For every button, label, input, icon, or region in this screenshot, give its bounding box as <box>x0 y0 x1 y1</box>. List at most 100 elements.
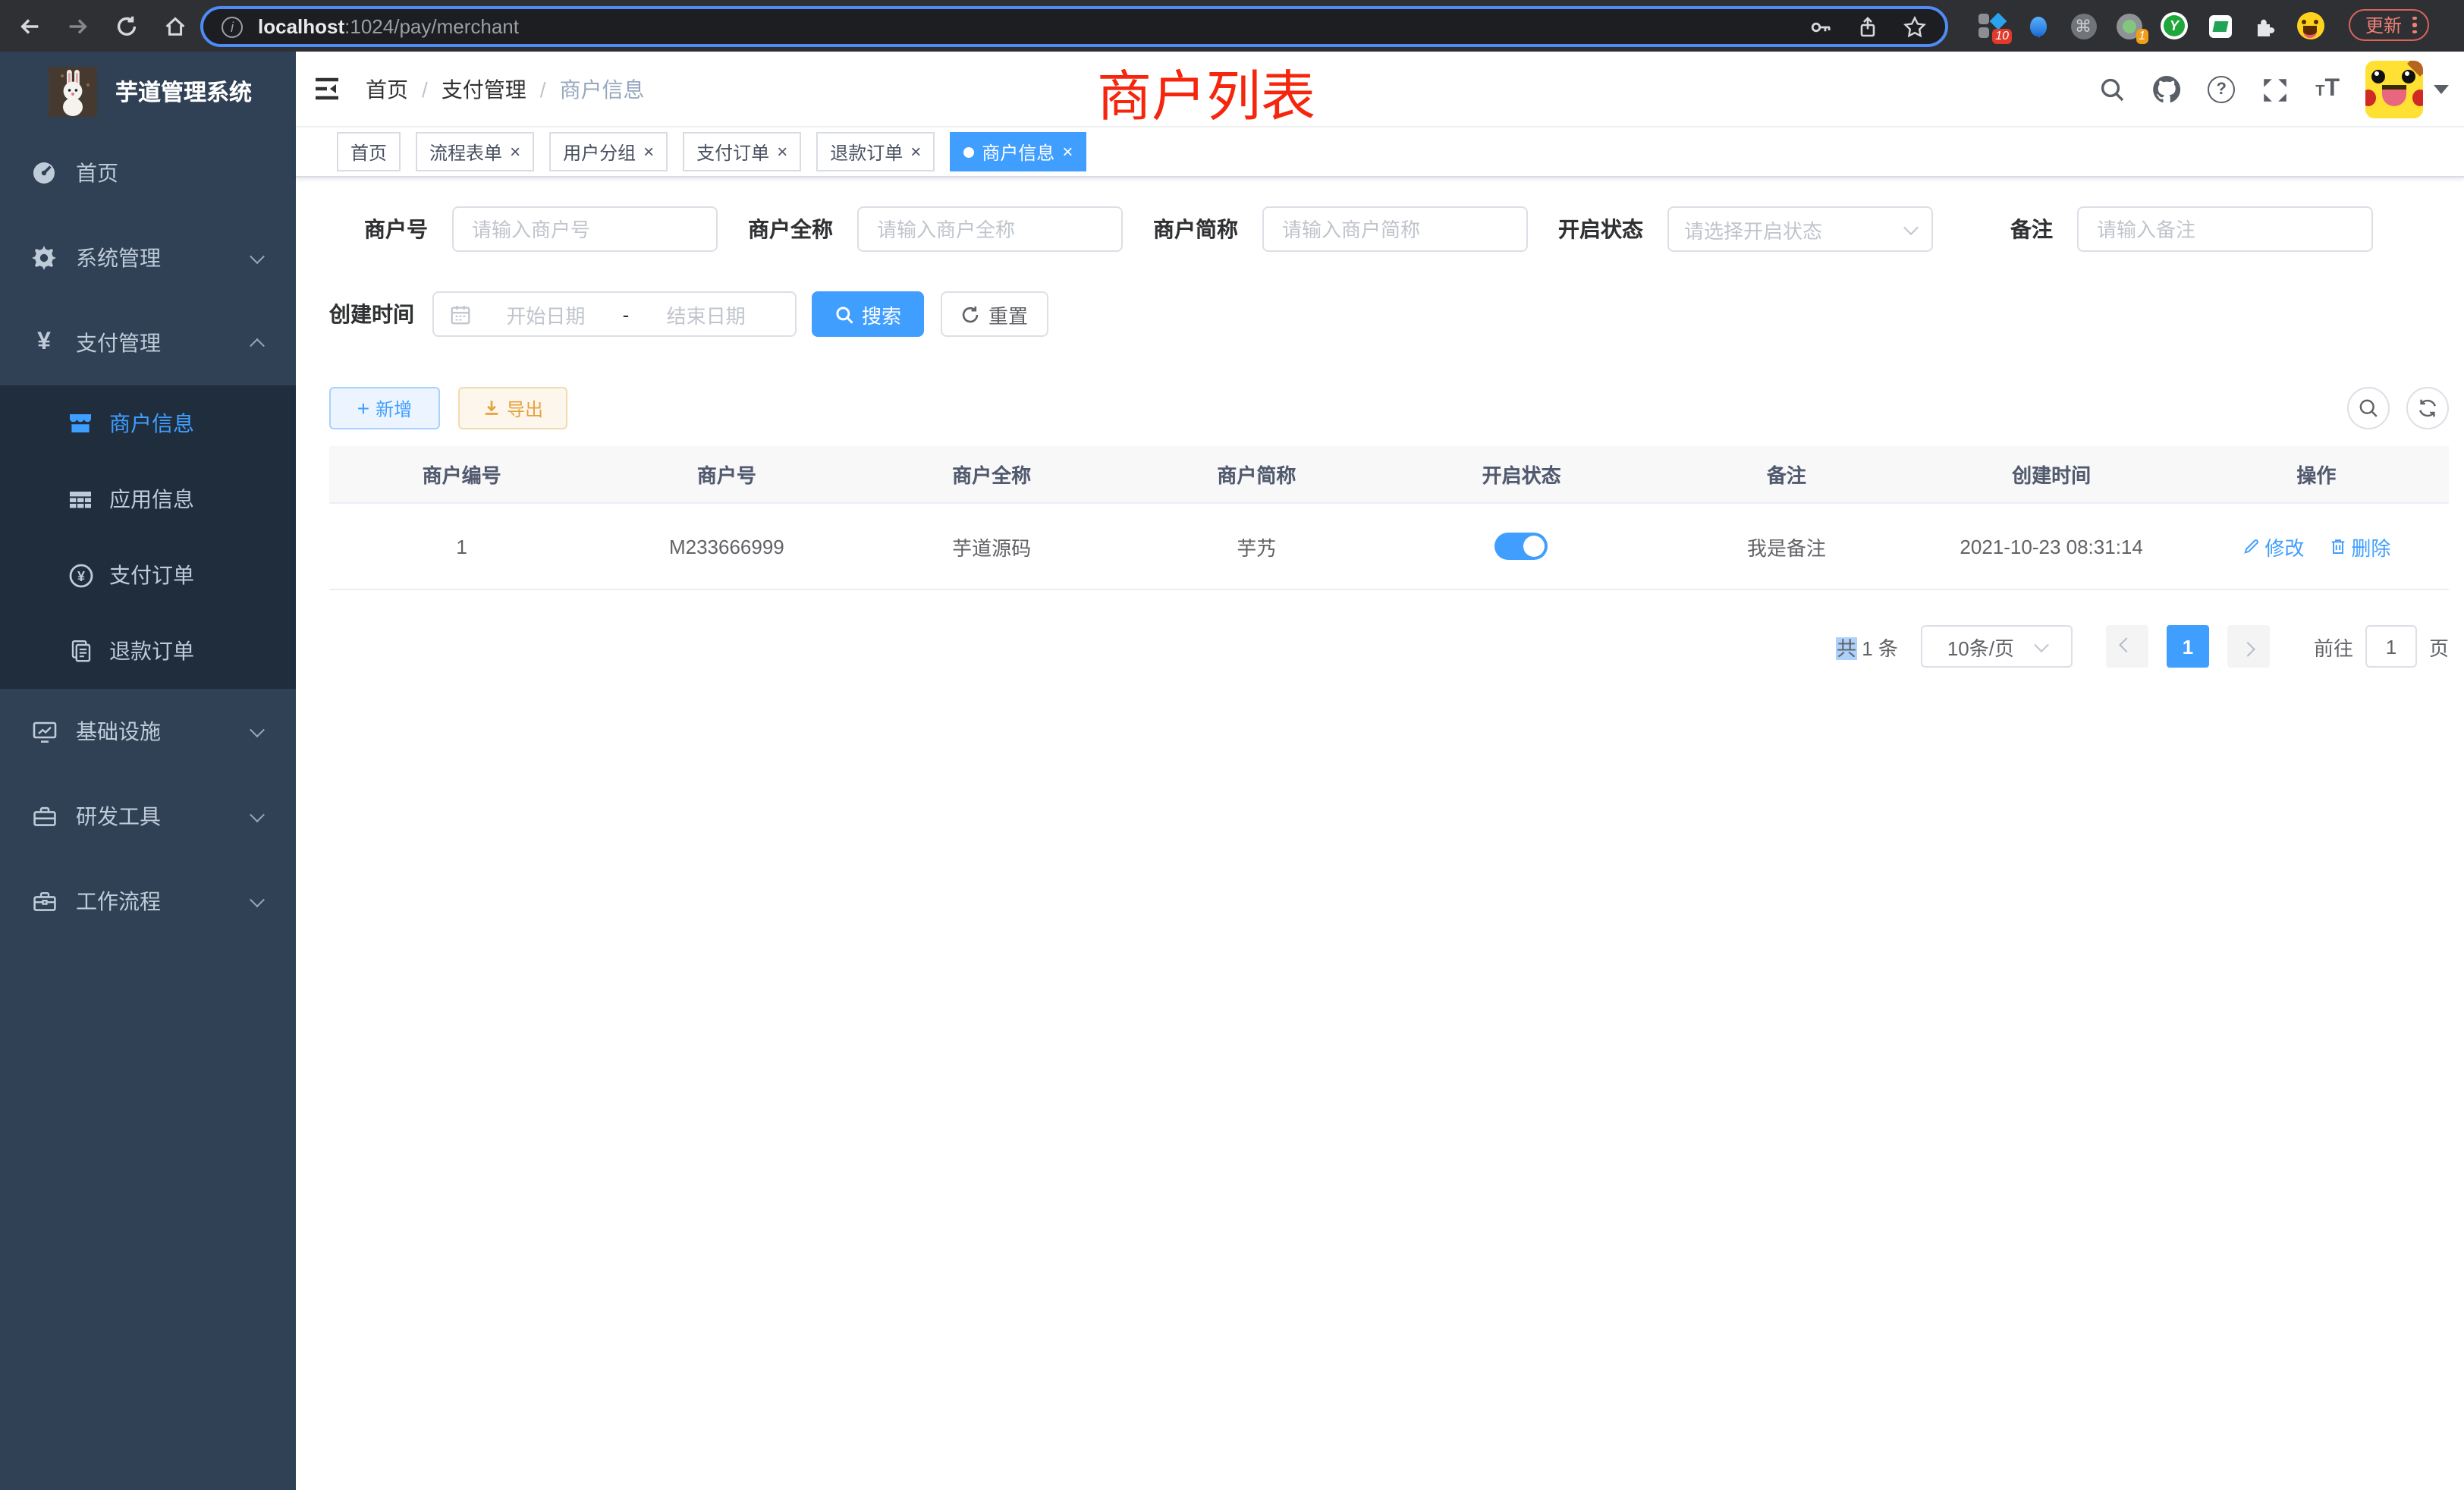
status-toggle[interactable] <box>1495 533 1548 560</box>
prev-page-button[interactable] <box>2106 625 2148 668</box>
share-icon[interactable] <box>1856 14 1880 39</box>
site-info-icon[interactable]: i <box>222 16 243 37</box>
browser-update-menu-button[interactable]: 更新 <box>2349 9 2428 41</box>
next-page-button[interactable] <box>2227 625 2270 668</box>
password-key-icon[interactable] <box>1809 14 1833 39</box>
cell-create-time: 2021-10-23 08:31:14 <box>1919 535 2184 558</box>
table-actions-row: + 新增 导出 <box>296 387 2464 429</box>
yen-circle-icon: ¥ <box>67 562 94 588</box>
sidebar-item-app-info[interactable]: 应用信息 <box>0 461 296 537</box>
extension-recorder-icon[interactable]: 1 <box>2115 12 2142 39</box>
chevron-down-icon <box>2033 637 2048 652</box>
goto-page-input[interactable] <box>2365 625 2417 668</box>
table-toolbar <box>2347 387 2449 429</box>
caret-down-icon <box>2434 85 2449 102</box>
refresh-icon <box>2417 398 2438 419</box>
cell-actions: 修改 删除 <box>2184 532 2449 561</box>
refresh-table-button[interactable] <box>2406 387 2449 429</box>
sidebar-item-merchant-info[interactable]: 商户信息 <box>0 385 296 461</box>
sidebar-item-system[interactable]: 系统管理 <box>0 215 296 300</box>
github-icon[interactable] <box>2151 74 2182 105</box>
close-icon[interactable]: × <box>777 141 787 162</box>
status-select[interactable]: 请选择开启状态 <box>1667 206 1933 252</box>
show-search-toggle-button[interactable] <box>2347 387 2390 429</box>
page-1-button[interactable]: 1 <box>2167 625 2209 668</box>
tab-merchant-info[interactable]: 商户信息× <box>950 132 1086 171</box>
search-icon[interactable] <box>2098 76 2126 103</box>
address-bar[interactable]: i localhost:1024/pay/merchant <box>200 6 1948 47</box>
edit-link[interactable]: 修改 <box>2242 532 2304 561</box>
download-icon <box>482 399 501 417</box>
search-button[interactable]: 搜索 <box>812 291 924 337</box>
user-avatar[interactable] <box>2365 61 2423 118</box>
cell-full-name: 芋道源码 <box>860 532 1124 561</box>
sidebar-item-payment[interactable]: ¥ 支付管理 <box>0 300 296 385</box>
col-header-full-name: 商户全称 <box>860 460 1124 489</box>
sidebar-item-home[interactable]: 首页 <box>0 130 296 215</box>
browser-back-button[interactable] <box>9 6 49 46</box>
extension-dice-icon[interactable]: 10 <box>1978 12 2006 39</box>
fullscreen-icon[interactable] <box>2261 75 2290 104</box>
sidebar-item-refund-order[interactable]: 退款订单 <box>0 613 296 689</box>
extension-doc-icon[interactable] <box>2206 12 2233 39</box>
user-menu[interactable] <box>2365 61 2449 118</box>
remark-input[interactable] <box>2077 206 2373 252</box>
tab-home[interactable]: 首页 <box>337 132 401 171</box>
dashboard-icon <box>30 161 58 185</box>
help-icon[interactable]: ? <box>2208 76 2235 103</box>
add-button[interactable]: + 新增 <box>329 387 440 429</box>
browser-reload-button[interactable] <box>106 6 146 46</box>
briefcase-icon <box>30 888 58 914</box>
tab-refund-order[interactable]: 退款订单× <box>816 132 935 171</box>
filter-label-short-name: 商户简称 <box>1153 214 1238 244</box>
tab-process-form[interactable]: 流程表单× <box>416 132 534 171</box>
extension-puzzle-icon[interactable] <box>2252 12 2279 39</box>
font-size-icon[interactable]: TT <box>2315 76 2340 103</box>
col-header-actions: 操作 <box>2184 460 2449 489</box>
short-name-input[interactable] <box>1262 206 1528 252</box>
extension-y-icon[interactable]: Y <box>2161 12 2188 39</box>
page-size-select[interactable]: 10条/页 <box>1921 625 2073 668</box>
chevron-down-icon <box>250 806 265 822</box>
chevron-right-icon <box>2241 641 2256 656</box>
close-icon[interactable]: × <box>1062 141 1073 162</box>
create-time-range-input[interactable]: 开始日期 - 结束日期 <box>432 291 797 337</box>
filter-label-merchant-no: 商户号 <box>337 214 428 244</box>
urlbar-actions <box>1809 14 1927 39</box>
sidebar-item-label: 支付管理 <box>76 328 161 358</box>
extension-balloon-icon[interactable] <box>2024 12 2051 39</box>
store-icon <box>67 411 94 435</box>
sidebar-item-dev-tools[interactable]: 研发工具 <box>0 774 296 859</box>
col-header-status: 开启状态 <box>1389 460 1654 489</box>
browser-forward-button[interactable] <box>58 6 97 46</box>
close-icon[interactable]: × <box>643 141 654 162</box>
close-icon[interactable]: × <box>910 141 921 162</box>
tab-user-group[interactable]: 用户分组× <box>549 132 668 171</box>
full-name-input[interactable] <box>857 206 1123 252</box>
delete-link[interactable]: 删除 <box>2328 532 2390 561</box>
bookmark-star-icon[interactable] <box>1903 14 1927 39</box>
tags-view-bar: 首页 流程表单× 用户分组× 支付订单× 退款订单× 商户信息× <box>296 127 2464 178</box>
export-button[interactable]: 导出 <box>458 387 567 429</box>
close-icon[interactable]: × <box>510 141 520 162</box>
chevron-down-icon <box>250 891 265 907</box>
merchant-no-input[interactable] <box>452 206 718 252</box>
pagination-total: 共 1 条 <box>1837 632 1898 661</box>
filter-row-1: 商户号 商户全称 商户简称 开启状态 请选择开启状态 备注 <box>296 206 2464 252</box>
browser-home-button[interactable] <box>155 6 194 46</box>
sidebar-item-pay-order[interactable]: ¥ 支付订单 <box>0 537 296 613</box>
app-logo[interactable]: 芋道管理系统 <box>0 52 296 130</box>
reset-button[interactable]: 重置 <box>941 291 1048 337</box>
sidebar-item-infrastructure[interactable]: 基础设施 <box>0 689 296 774</box>
tab-pay-order[interactable]: 支付订单× <box>683 132 801 171</box>
extension-smiley-icon[interactable] <box>2297 12 2324 39</box>
browser-menu-dots-icon[interactable] <box>2412 17 2416 34</box>
breadcrumb-home[interactable]: 首页 <box>366 74 408 104</box>
sidebar-collapse-icon[interactable] <box>313 76 341 102</box>
sidebar-item-workflow[interactable]: 工作流程 <box>0 859 296 944</box>
goto-label: 前往 <box>2314 632 2353 661</box>
extension-command-icon[interactable]: ⌘ <box>2070 12 2097 39</box>
sidebar-item-label: 商户信息 <box>109 408 194 439</box>
documents-icon <box>67 639 94 663</box>
breadcrumb-payment[interactable]: 支付管理 <box>442 74 526 104</box>
